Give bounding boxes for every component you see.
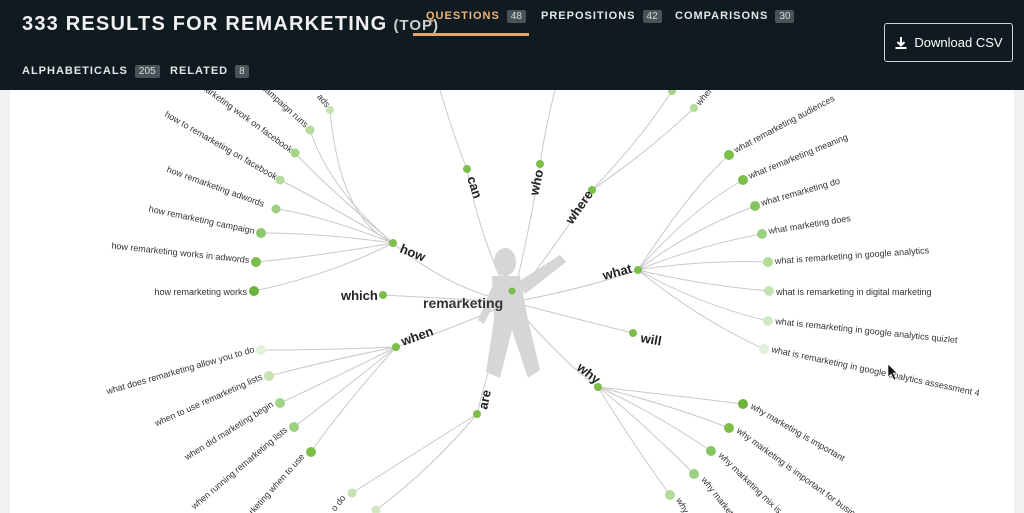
- leaf-when-running-lists[interactable]: when running remarketing lists: [189, 425, 290, 512]
- hub-why[interactable]: why: [573, 359, 604, 387]
- hub-where[interactable]: where: [562, 187, 596, 227]
- hub-are[interactable]: are: [475, 388, 494, 410]
- results-header: 333 RESULTS FOR REMARKETING (TOP) QUESTIO…: [0, 0, 1024, 90]
- center-keyword: remarketing: [423, 295, 503, 311]
- hub-what[interactable]: what: [600, 261, 634, 284]
- tab-prepositions[interactable]: PREPOSITIONS 42: [541, 10, 662, 23]
- tab-prepositions-label: PREPOSITIONS: [541, 10, 636, 22]
- tab-questions-label: QUESTIONS: [426, 10, 500, 22]
- leaf-what-do[interactable]: what remarketing do: [759, 176, 841, 208]
- leaf-how-remarketing-campaign[interactable]: how remarketing campaign: [148, 204, 256, 236]
- download-icon: [895, 36, 907, 49]
- leaf-why-marketing[interactable]: why marketing: [699, 474, 743, 513]
- leaf-what-google-analytics[interactable]: what is remarketing in google analytics: [773, 245, 929, 266]
- leaf-how-remarketing-works-adwords[interactable]: how remarketing works in adwords: [111, 241, 250, 265]
- hub-how[interactable]: how: [398, 241, 429, 265]
- leaf-what-marketing-does[interactable]: what marketing does: [767, 213, 852, 236]
- hub-who[interactable]: who: [526, 168, 546, 198]
- hub-markers: [379, 160, 642, 418]
- leaf-are-do[interactable]: o do: [329, 493, 348, 513]
- tab-comparisons[interactable]: COMPARISONS 30: [675, 10, 795, 23]
- download-csv-button[interactable]: Download CSV: [884, 23, 1013, 62]
- leaf-what-digital-marketing[interactable]: what is remarketing in digital marketing: [775, 287, 932, 297]
- hub-when[interactable]: when: [398, 323, 435, 349]
- leaf-what-quizlet[interactable]: what is remarketing in google analytics …: [774, 316, 959, 345]
- hub-can[interactable]: can: [464, 174, 485, 200]
- tab-alphabeticals-label: ALPHABETICALS: [22, 65, 128, 77]
- tab-questions-count: 48: [506, 10, 526, 23]
- tab-related-count: 8: [235, 65, 249, 78]
- tab-related-label: RELATED: [170, 65, 229, 77]
- tab-prepositions-count: 42: [642, 10, 662, 23]
- leaf-how-campaign-runs[interactable]: campaign runs: [260, 90, 311, 130]
- tab-alphabeticals-count: 205: [134, 65, 160, 78]
- active-tab-indicator: [413, 33, 529, 36]
- tab-alphabeticals[interactable]: ALPHABETICALS 205: [22, 65, 160, 78]
- hub-will[interactable]: will: [638, 330, 662, 349]
- leaf-what-assessment[interactable]: what is remarketing in google analytics …: [770, 344, 981, 398]
- question-wheel: remarketing how can who where what which…: [104, 90, 981, 513]
- leaf-why[interactable]: why: [674, 495, 691, 513]
- results-count: 333: [22, 13, 59, 35]
- tab-comparisons-count: 30: [775, 10, 795, 23]
- page-title: 333 RESULTS FOR REMARKETING (TOP): [22, 13, 439, 36]
- visualization-canvas: remarketing how can who where what which…: [10, 90, 1014, 513]
- leaf-why-important-business[interactable]: why marketing is important for busin: [734, 425, 857, 513]
- results-text: RESULTS FOR REMARKETING: [65, 13, 388, 35]
- leaf-how-remarketing-works[interactable]: how remarketing works: [154, 287, 247, 297]
- tab-comparisons-label: COMPARISONS: [675, 10, 769, 22]
- tab-questions[interactable]: QUESTIONS 48: [426, 10, 526, 23]
- hub-which[interactable]: which: [340, 288, 378, 303]
- leaf-how-remarketing-adwords[interactable]: how remarketing adwords: [165, 164, 266, 209]
- download-csv-label: Download CSV: [914, 35, 1003, 50]
- tab-related[interactable]: RELATED 8: [170, 65, 249, 78]
